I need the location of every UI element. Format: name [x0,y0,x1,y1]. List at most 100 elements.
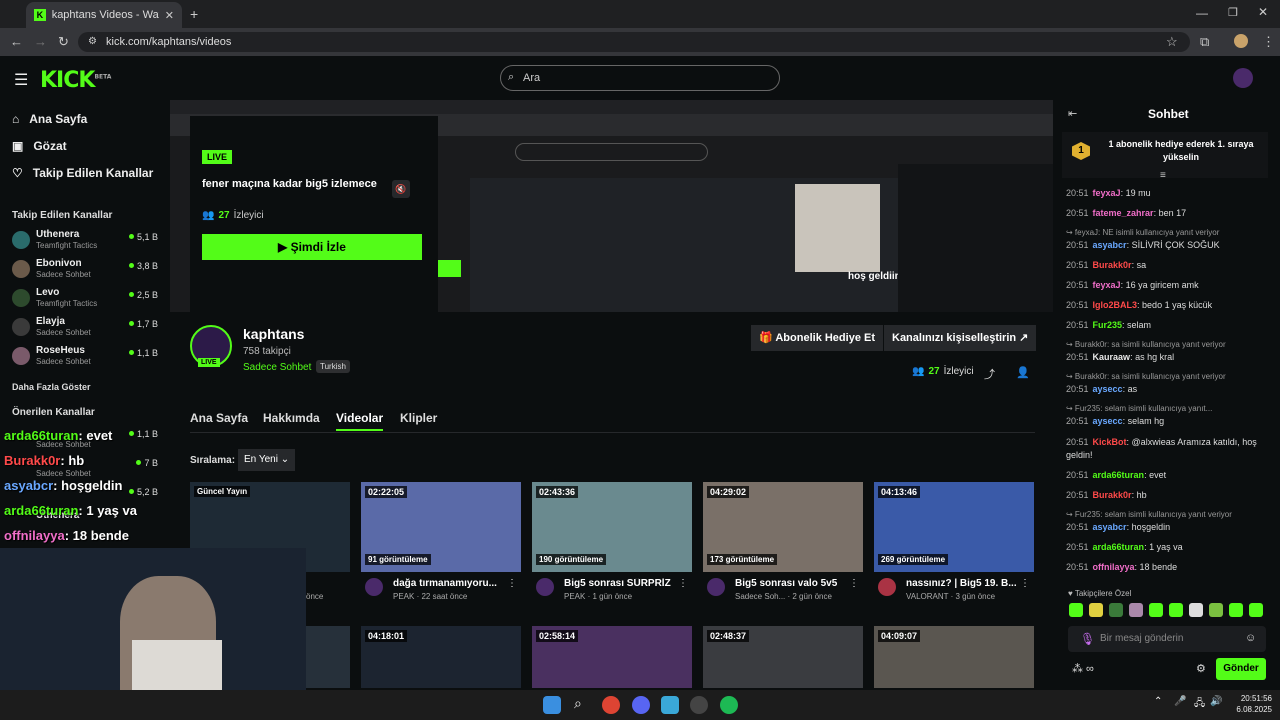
chat-username[interactable]: arda66turan [1093,470,1145,480]
new-tab-icon[interactable]: + [190,6,198,22]
network-icon[interactable]: 🖧 [1194,696,1205,713]
chat-message[interactable]: 20:51 asyabcr: SİLİVRİ ÇOK SOĞUK [1066,240,1266,250]
nav-browse[interactable]: ▣ Gözat [12,139,67,153]
chat-message[interactable]: 20:51 aysecc: as [1066,384,1266,394]
chat-message[interactable]: 20:51 Burakk0r: hb [1066,490,1266,500]
chat-username[interactable]: feyxaJ [1093,188,1121,198]
user-avatar[interactable] [1233,68,1253,88]
discord-icon[interactable] [632,696,650,714]
chat-username[interactable]: Fur235 [1093,320,1123,330]
chat-message[interactable]: 20:51 aysecc: selam hg [1066,416,1266,426]
chat-message[interactable]: 20:51 arda66turan: evet [1066,470,1266,480]
chat-message[interactable]: 20:51 Fur235: selam [1066,320,1266,330]
emote-icon[interactable] [1189,603,1203,617]
chat-message[interactable]: 20:51 feyxaJ: 19 mu [1066,188,1266,198]
channel-category[interactable]: Sadece Sohbet [243,362,311,373]
gift-sub-button[interactable]: 🎁 Abonelik Hediye Et [751,325,883,351]
tab-videos[interactable]: Videolar [336,411,384,431]
followed-channel-uthenera[interactable]: Uthenera Teamfight Tactics 5,1 B [12,227,162,253]
emote-icon[interactable] [1249,603,1263,617]
share-icon[interactable]: ⤴ [984,366,995,382]
sort-select[interactable]: En Yeni ⌄ [238,449,296,471]
tab-clips[interactable]: Klipler [400,411,437,425]
taskbar-clock[interactable]: 20:51:56 6.08.2025 [1228,693,1272,715]
more-options-icon[interactable]: ⋮ [849,578,859,589]
mic-tray-icon[interactable]: 🎤 [1174,696,1186,707]
tray-chevron-icon[interactable]: ⌃ [1154,696,1162,707]
chat-username[interactable]: aysecc [1093,384,1123,394]
more-options-icon[interactable]: ⋮ [507,578,517,589]
emote-icon[interactable] [1169,603,1183,617]
chat-username[interactable]: Burakk0r [1093,260,1132,270]
chrome-icon[interactable] [602,696,620,714]
emote-icon[interactable] [1109,603,1123,617]
site-info-icon[interactable]: ⚙ [88,36,97,47]
followed-channel-ebonivon[interactable]: Ebonivon Sadece Sohbet 3,8 B [12,256,162,282]
chat-reply-context[interactable]: ↪ Burakk0r: sa isimli kullanıcıya yanıt … [1066,372,1226,381]
address-bar[interactable]: kick.com/kaphtans/videos [78,32,1190,52]
send-message-button[interactable]: Gönder [1216,658,1266,680]
chat-username[interactable]: KickBot [1093,437,1127,447]
forward-icon[interactable]: → [34,34,47,49]
chat-settings-gear-icon[interactable]: ⚙ [1196,662,1206,675]
emote-icon[interactable] [1069,603,1083,617]
chat-username[interactable]: arda66turan [1093,542,1145,552]
chat-reply-context[interactable]: ↪ feyxaJ: NE isimli kullanıcıya yanıt ve… [1066,228,1219,237]
chat-username[interactable]: offnilayya [1093,562,1135,572]
follow-user-icon[interactable]: 👤 [1016,366,1030,379]
chat-message[interactable]: 20:51 Burakk0r: sa [1066,260,1266,270]
tab-home[interactable]: Ana Sayfa [190,411,248,425]
chat-message-input[interactable]: Bir mesaj gönderin [1068,626,1266,652]
emoji-icon[interactable]: ☺ [1245,632,1256,644]
kick-points-icon[interactable]: ⁂ ∞ [1072,662,1094,675]
mute-icon[interactable]: 🔇 [392,180,410,198]
expand-pinned-icon[interactable]: ≡ [1160,170,1166,181]
chat-username[interactable]: Burakk0r [1093,490,1132,500]
emote-icon[interactable] [1209,603,1223,617]
reload-icon[interactable]: ↻ [58,34,69,50]
browser-menu-icon[interactable]: ⋮ [1262,34,1275,50]
watch-now-button[interactable]: ▶ Şimdi İzle [202,234,422,260]
search-input[interactable]: Ara [500,65,780,91]
spotify-icon[interactable] [720,696,738,714]
chat-message[interactable]: 20:51 arda66turan: 1 yaş va [1066,542,1266,552]
chat-username[interactable]: Iglo2BAL3 [1093,300,1138,310]
app-icon[interactable] [661,696,679,714]
show-more-link[interactable]: Daha Fazla Göster [12,382,91,392]
customize-channel-button[interactable]: Kanalınızı kişiselleştirin ↗ [884,325,1037,351]
minimize-icon[interactable]: — [1196,6,1208,20]
bookmark-star-icon[interactable]: ☆ [1166,34,1178,50]
chat-reply-context[interactable]: ↪ Fur235: selam isimli kullanıcıya yanıt… [1066,510,1232,519]
emote-icon[interactable] [1229,603,1243,617]
chat-message[interactable]: 20:51 offnilayya: 18 bende [1066,562,1266,572]
volume-icon[interactable]: 🔊 [1210,696,1222,707]
profile-avatar[interactable] [1234,34,1248,48]
chat-message[interactable]: 20:51 Kauraaw: as hg kral [1066,352,1266,362]
emote-icon[interactable] [1089,603,1103,617]
chat-reply-context[interactable]: ↪ Fur235: selam isimli kullanıcıya yanıt… [1066,404,1212,413]
chat-username[interactable]: feyxaJ [1093,280,1121,290]
browser-tab[interactable]: K kaphtans Videos - Watch On-D ✕ [26,2,182,28]
microphone-icon[interactable]: 🎙 [1080,632,1095,646]
chat-message[interactable]: 20:51 asyabcr: hoşgeldin [1066,522,1266,532]
maximize-icon[interactable]: ❐ [1228,6,1238,19]
nav-home[interactable]: ⌂ Ana Sayfa [12,112,87,126]
close-window-icon[interactable]: ✕ [1258,5,1268,19]
tab-about[interactable]: Hakkımda [263,411,320,425]
followed-channel-elayja[interactable]: Elayja Sadece Sohbet 1,7 B [12,314,162,340]
kick-logo[interactable]: KICKBETA [40,68,111,93]
hamburger-menu-icon[interactable]: ☰ [14,70,28,90]
chat-username[interactable]: asyabcr [1093,522,1127,532]
followed-channel-levo[interactable]: Levo Teamfight Tactics 2,5 B [12,285,162,311]
taskbar-search-icon[interactable]: ⌕ [574,695,582,712]
steam-icon[interactable] [690,696,708,714]
followed-channel-roseheus[interactable]: RoseHeus Sadece Sohbet 1,1 B [12,343,162,369]
windows-start-icon[interactable] [543,696,561,714]
chat-username[interactable]: asyabcr [1093,240,1127,250]
chat-reply-context[interactable]: ↪ Burakk0r: sa isimli kullanıcıya yanıt … [1066,340,1226,349]
collapse-chat-icon[interactable]: ⇤ [1068,107,1077,120]
more-options-icon[interactable]: ⋮ [1020,578,1030,589]
chat-username[interactable]: Kauraaw [1093,352,1131,362]
chat-message[interactable]: 20:51 feyxaJ: 16 ya giricem amk [1066,280,1266,290]
language-tag[interactable]: Turkish [316,360,350,373]
